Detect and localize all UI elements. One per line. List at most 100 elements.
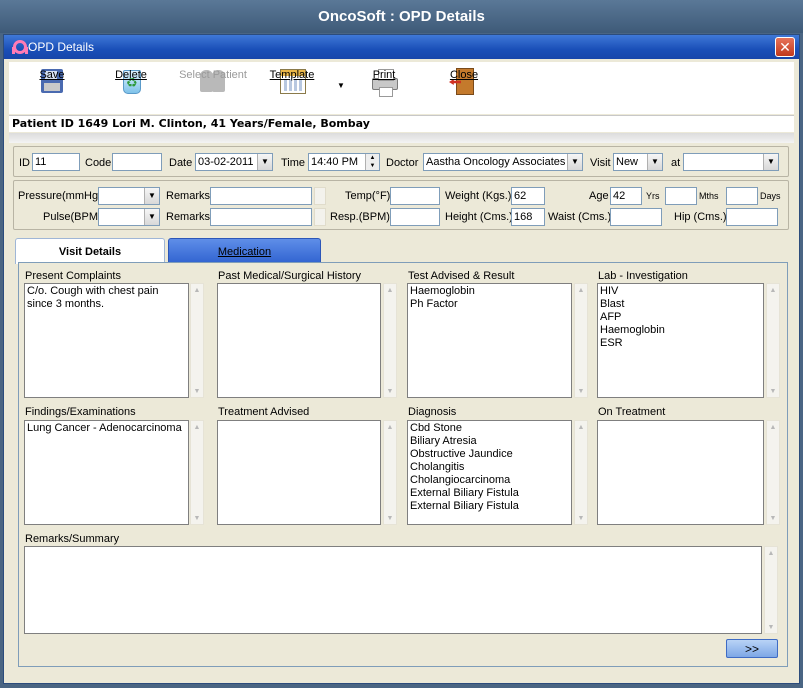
code-field[interactable] — [112, 153, 162, 171]
time-field[interactable]: 14:40 PM ▲ ▼ — [308, 153, 380, 171]
on-treatment-field[interactable] — [597, 420, 764, 525]
diagnosis-title: Diagnosis — [408, 406, 457, 418]
location-select[interactable]: ▼ — [683, 153, 779, 171]
test-advised-title: Test Advised & Result — [408, 270, 515, 282]
treatment-advised-title: Treatment Advised — [218, 406, 310, 418]
list-item[interactable]: External Biliary Fistula — [410, 500, 569, 513]
time-label: Time — [281, 157, 306, 169]
years-label: Yrs — [646, 191, 660, 201]
treatment-advised-field[interactable] — [217, 420, 381, 525]
window-title: OPD Details — [28, 40, 95, 54]
visit-label: Visit — [590, 157, 611, 169]
list-item[interactable]: Cholangitis — [410, 461, 569, 474]
weight-field[interactable]: 62 — [511, 187, 545, 205]
list-item[interactable]: External Biliary Fistula — [410, 487, 569, 500]
present-complaints-field[interactable]: C/o. Cough with chest pain since 3 month… — [24, 283, 189, 398]
lab-investigation-title: Lab - Investigation — [598, 270, 688, 282]
list-item[interactable]: ESR — [600, 337, 761, 350]
tab-visit-details-label: Visit Details — [58, 245, 122, 258]
diagnosis-scrollbar[interactable]: ▲ ▼ — [574, 420, 588, 525]
days-field[interactable] — [726, 187, 758, 205]
pressure-remarks-field[interactable] — [210, 187, 312, 205]
chevron-down-icon[interactable]: ▼ — [257, 154, 272, 170]
remarks-summary-field[interactable] — [24, 546, 762, 634]
chevron-down-icon[interactable]: ▼ — [144, 209, 159, 225]
resp-field[interactable] — [390, 208, 440, 226]
print-button[interactable]: Print — [348, 64, 420, 112]
hip-label: Hip (Cms.) — [674, 211, 727, 223]
present-complaints-scrollbar[interactable]: ▲ ▼ — [190, 283, 204, 398]
vitals-group: Pressure(mmHg) ▼ Remarks Temp(°F) Weight… — [13, 180, 789, 230]
list-item[interactable]: Biliary Atresia — [410, 435, 569, 448]
tab-medication[interactable]: Medication — [168, 238, 321, 264]
doctor-select[interactable]: Aastha Oncology Associates ▼ — [423, 153, 583, 171]
next-button[interactable]: >> — [726, 639, 778, 658]
visit-type-select[interactable]: New ▼ — [613, 153, 663, 171]
list-item[interactable]: Ph Factor — [410, 298, 569, 311]
treatment-advised-scrollbar[interactable]: ▲ ▼ — [383, 420, 397, 525]
tab-visit-details[interactable]: Visit Details — [15, 238, 165, 264]
date-picker[interactable]: 03-02-2011 ▼ — [195, 153, 273, 171]
select-patient-label: Select Patient — [179, 69, 247, 81]
list-item[interactable]: Haemoglobin — [600, 324, 761, 337]
lab-investigation-list[interactable]: HIV Blast AFP Haemoglobin ESR — [597, 283, 764, 398]
waist-label: Waist (Cms.) — [548, 211, 612, 223]
hip-field[interactable] — [726, 208, 778, 226]
list-item[interactable]: Cholangiocarcinoma — [410, 474, 569, 487]
window-close-button[interactable]: ✕ — [775, 37, 795, 57]
opd-details-window: OPD Details ✕ Save Delete Select Patient… — [3, 34, 800, 684]
age-label: Age — [589, 190, 609, 202]
time-value: 14:40 PM — [311, 156, 359, 168]
save-button[interactable]: Save — [16, 64, 88, 112]
height-label: Height (Cms.) — [445, 211, 513, 223]
remarks-summary-scrollbar[interactable]: ▲ ▼ — [764, 546, 778, 634]
save-label: Save — [39, 69, 65, 81]
visit-info-group: ID 11 Code Date 03-02-2011 ▼ Time 14:40 … — [13, 146, 789, 177]
list-item[interactable]: Obstructive Jaundice — [410, 448, 569, 461]
findings-field[interactable]: Lung Cancer - Adenocarcinoma — [24, 420, 189, 525]
chevron-down-icon[interactable]: ▼ — [647, 154, 662, 170]
template-button[interactable]: Template — [256, 64, 328, 112]
diagnosis-list[interactable]: Cbd Stone Biliary Atresia Obstructive Ja… — [407, 420, 572, 525]
id-field[interactable]: 11 — [32, 153, 80, 171]
on-treatment-scrollbar[interactable]: ▲ ▼ — [766, 420, 780, 525]
list-item[interactable]: Haemoglobin — [410, 285, 569, 298]
chevron-down-icon[interactable]: ▼ — [763, 154, 778, 170]
remarks1-scrollbar[interactable] — [314, 187, 326, 205]
close-label: Close — [449, 69, 479, 81]
age-field[interactable]: 42 — [610, 187, 642, 205]
window-titlebar: OPD Details ✕ — [4, 35, 799, 59]
pressure-select[interactable]: ▼ — [98, 187, 160, 205]
template-label: Template — [269, 69, 315, 81]
close-button[interactable]: Close — [428, 64, 500, 112]
pulse-select[interactable]: ▼ — [98, 208, 160, 226]
time-spinner-icon[interactable]: ▲ ▼ — [365, 154, 379, 170]
visit-details-panel: Present Complaints Past Medical/Surgical… — [18, 262, 788, 667]
chevron-down-icon[interactable]: ▼ — [567, 154, 582, 170]
pulse-remarks-field[interactable] — [210, 208, 312, 226]
list-item[interactable]: Cbd Stone — [410, 422, 569, 435]
remarks2-scrollbar[interactable] — [314, 208, 326, 226]
findings-scrollbar[interactable]: ▲ ▼ — [190, 420, 204, 525]
list-item[interactable]: Blast — [600, 298, 761, 311]
at-label: at — [671, 157, 681, 169]
months-field[interactable] — [665, 187, 697, 205]
past-history-scrollbar[interactable]: ▲ ▼ — [383, 283, 397, 398]
delete-button[interactable]: Delete — [95, 64, 167, 112]
past-history-title: Past Medical/Surgical History — [218, 270, 362, 282]
past-history-field[interactable] — [217, 283, 381, 398]
list-item[interactable]: HIV — [600, 285, 761, 298]
test-advised-scrollbar[interactable]: ▲ ▼ — [574, 283, 588, 398]
lab-investigation-scrollbar[interactable]: ▲ ▼ — [766, 283, 780, 398]
template-dropdown-arrow-icon[interactable]: ▼ — [337, 81, 345, 90]
date-label: Date — [169, 157, 193, 169]
chevron-down-icon[interactable]: ▼ — [144, 188, 159, 204]
months-label: Mths — [699, 191, 719, 201]
list-item[interactable]: AFP — [600, 311, 761, 324]
waist-field[interactable] — [610, 208, 662, 226]
tab-medication-label: Medication — [217, 245, 272, 258]
select-patient-button[interactable]: Select Patient — [174, 64, 252, 112]
test-advised-list[interactable]: Haemoglobin Ph Factor — [407, 283, 572, 398]
temp-field[interactable] — [390, 187, 440, 205]
height-field[interactable]: 168 — [511, 208, 545, 226]
